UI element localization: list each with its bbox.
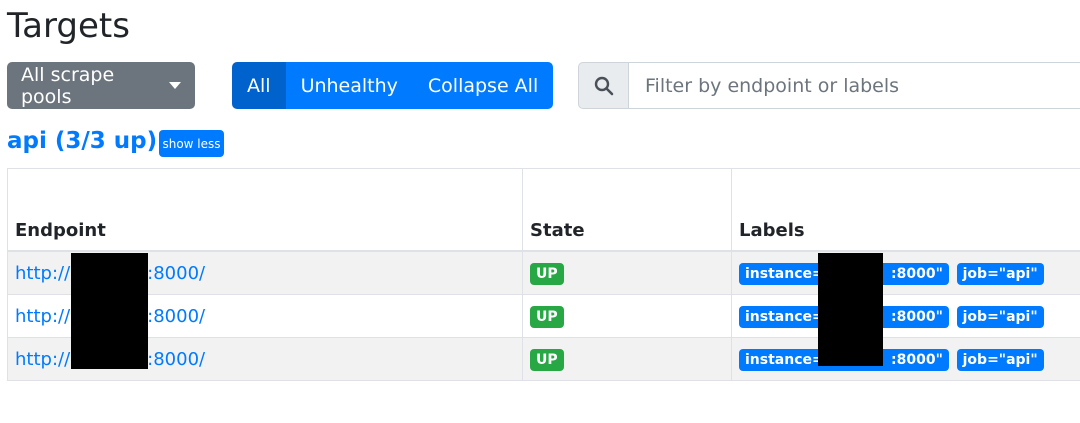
filter-all-button[interactable]: All xyxy=(232,62,286,109)
search-input[interactable] xyxy=(629,62,1080,109)
pool-heading[interactable]: api (3/3 up) xyxy=(7,126,157,156)
endpoint-prefix: http:// xyxy=(15,348,71,370)
instance-label-suffix: :8000" xyxy=(891,351,943,368)
search-bar xyxy=(578,62,1080,109)
job-label-badge: job="api" xyxy=(956,348,1044,371)
filter-button-group: All Unhealthy Collapse All xyxy=(232,62,554,109)
table-row: http:// :8000/ UP instance=":8000" job="a… xyxy=(7,250,1080,295)
caret-down-icon xyxy=(169,82,181,89)
table-header-row: Endpoint State Labels xyxy=(7,168,1080,252)
endpoint-suffix: :8000/ xyxy=(147,305,206,327)
redaction-block-labels xyxy=(818,253,883,366)
scrape-pools-label: All scrape pools xyxy=(21,63,115,108)
endpoint-suffix: :8000/ xyxy=(147,262,206,284)
labels-cell: instance=":8000" job="api" xyxy=(731,250,1080,295)
state-cell: UP xyxy=(522,337,732,381)
job-label-badge: job="api" xyxy=(956,262,1044,285)
state-cell: UP xyxy=(522,250,732,295)
job-label-badge: job="api" xyxy=(956,305,1044,328)
scrape-pools-dropdown[interactable]: All scrape pools xyxy=(7,62,195,109)
state-badge: UP xyxy=(530,262,564,285)
search-icon xyxy=(578,62,629,109)
endpoint-suffix: :8000/ xyxy=(147,348,206,370)
table-row: http:// :8000/ UP instance=":8000" job="a… xyxy=(7,337,1080,381)
state-cell: UP xyxy=(522,294,732,338)
state-column-header: State xyxy=(522,168,732,252)
endpoint-column-header: Endpoint xyxy=(7,168,523,252)
state-badge: UP xyxy=(530,305,564,328)
instance-label-suffix: :8000" xyxy=(891,308,943,325)
collapse-all-button[interactable]: Collapse All xyxy=(412,62,554,109)
show-less-button[interactable]: show less xyxy=(159,130,224,157)
filter-unhealthy-button[interactable]: Unhealthy xyxy=(285,62,413,109)
redaction-block-endpoints xyxy=(71,253,148,369)
endpoint-prefix: http:// xyxy=(15,262,71,284)
instance-label-suffix: :8000" xyxy=(891,265,943,282)
table-row: http:// :8000/ UP instance=":8000" job="a… xyxy=(7,294,1080,338)
labels-column-header: Labels xyxy=(731,168,1080,252)
endpoint-prefix: http:// xyxy=(15,305,71,327)
labels-cell: instance=":8000" job="api" xyxy=(731,337,1080,381)
state-badge: UP xyxy=(530,348,564,371)
labels-cell: instance=":8000" job="api" xyxy=(731,294,1080,338)
page-title: Targets xyxy=(7,6,130,46)
targets-table: Endpoint State Labels http:// :8000/ UP i… xyxy=(7,168,1080,381)
